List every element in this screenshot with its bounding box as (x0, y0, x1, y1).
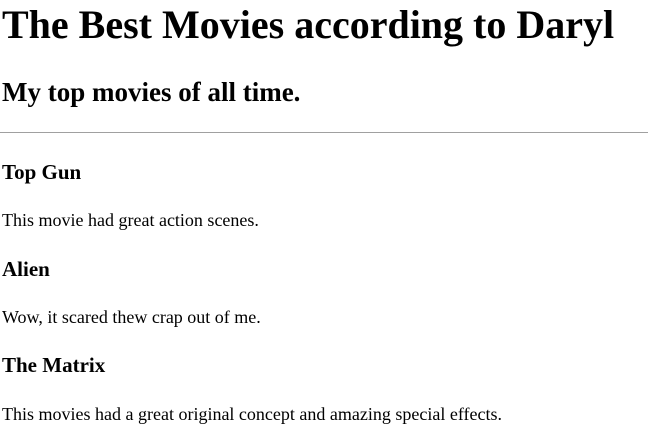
movie-title-alien: Alien (2, 257, 50, 281)
movie-description-top-gun: This movie had great action scenes. (2, 210, 259, 230)
page-title: The Best Movies according to Daryl (2, 2, 615, 47)
section-divider (0, 132, 648, 133)
movie-description-alien: Wow, it scared thew crap out of me. (2, 307, 261, 327)
page-subtitle: My top movies of all time. (2, 77, 301, 107)
movie-description-the-matrix: This movies had a great original concept… (2, 404, 502, 424)
movie-title-top-gun: Top Gun (2, 160, 82, 184)
movie-title-the-matrix: The Matrix (2, 353, 106, 377)
